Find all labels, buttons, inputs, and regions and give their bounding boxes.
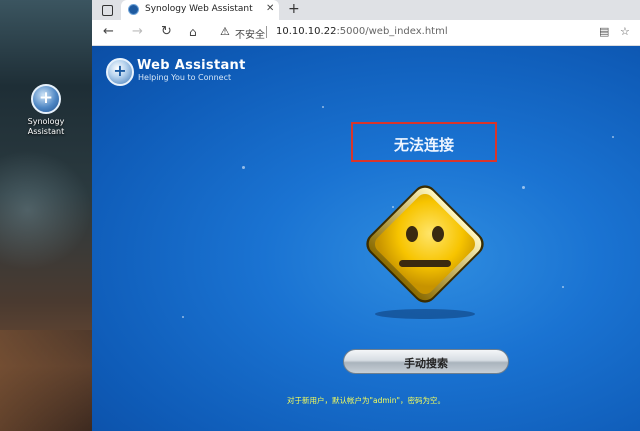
background-sparkle (322, 106, 324, 108)
tab-title: Synology Web Assistant (145, 4, 253, 14)
desktop-background: Synology Assistant (0, 0, 92, 431)
neutral-face-warning-icon (366, 185, 484, 319)
brand-name: Web Assistant (137, 58, 246, 73)
tab-synology-web-assistant[interactable]: Synology Web Assistant ✕ (121, 0, 279, 20)
background-sparkle (522, 186, 525, 189)
address-bar[interactable]: ⚠ 不安全 10.10.10.22:5000/web_index.html (214, 22, 582, 42)
favicon-icon (128, 4, 139, 15)
favorites-icon[interactable]: ☆ (620, 25, 630, 38)
close-tab-icon[interactable]: ✕ (266, 3, 274, 14)
desktop-shade (0, 330, 92, 431)
home-icon[interactable]: ⌂ (189, 24, 197, 40)
address-divider (266, 26, 267, 38)
error-title: 无法连接 (393, 136, 454, 154)
desktop-shortcut-synology-assistant[interactable]: Synology Assistant (20, 84, 72, 137)
warning-icon[interactable]: ⚠ (220, 25, 230, 38)
back-icon[interactable]: ← (103, 24, 114, 40)
new-tab-button[interactable]: + (288, 1, 300, 17)
tab-actions-icon[interactable] (100, 3, 114, 17)
forward-icon[interactable]: → (132, 24, 143, 40)
error-highlight-box: 无法连接 (351, 122, 497, 162)
desktop-shade (0, 150, 92, 270)
background-sparkle (242, 166, 245, 169)
synology-assistant-icon (31, 84, 61, 114)
default-account-hint: 对于新用户，默认帐户为"admin"，密码为空。 (287, 396, 445, 405)
background-sparkle (182, 316, 184, 318)
desktop-shortcut-label: Synology Assistant (27, 117, 65, 136)
background-sparkle (562, 286, 564, 288)
web-assistant-page: Web Assistant Helping You to Connect 无法连… (92, 46, 640, 431)
browser-window: Synology Web Assistant ✕ + ← → ↻ ⌂ ⚠ 不安全… (92, 0, 640, 431)
url-text[interactable]: 10.10.10.22:5000/web_index.html (276, 26, 448, 37)
read-aloud-icon[interactable]: ▤ (599, 25, 609, 38)
manual-search-button[interactable]: 手动搜索 (343, 349, 509, 374)
web-assistant-logo-icon (106, 58, 134, 86)
security-label[interactable]: 不安全 (235, 26, 265, 41)
brand-tagline: Helping You to Connect (138, 73, 232, 82)
background-sparkle (612, 136, 614, 138)
reload-icon[interactable]: ↻ (161, 24, 172, 40)
tab-strip: Synology Web Assistant ✕ + (92, 0, 640, 20)
browser-toolbar: ← → ↻ ⌂ ⚠ 不安全 10.10.10.22:5000/web_index… (92, 20, 640, 46)
